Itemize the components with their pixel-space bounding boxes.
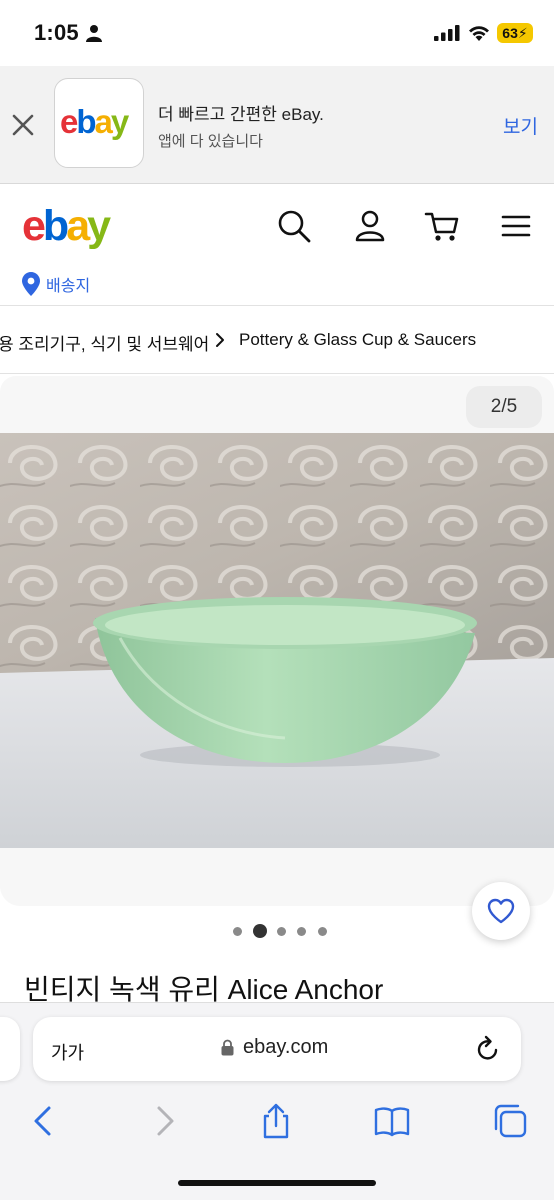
search-icon[interactable] <box>276 208 312 244</box>
ebay-logo: ebay <box>60 105 132 140</box>
pagination-dot-active[interactable] <box>253 924 267 938</box>
charging-bolt-icon: ⚡ <box>517 25 528 41</box>
location-pin-icon <box>22 272 40 296</box>
cart-icon[interactable] <box>424 208 460 244</box>
back-icon[interactable] <box>26 1103 62 1139</box>
watch-button[interactable] <box>472 882 530 940</box>
account-icon[interactable] <box>352 208 388 244</box>
person-icon <box>86 25 102 42</box>
status-time: 1:05 <box>34 20 79 45</box>
heart-icon <box>487 898 515 924</box>
forward-icon[interactable] <box>146 1103 182 1139</box>
pagination-dot[interactable] <box>277 927 286 936</box>
bookmarks-icon[interactable] <box>374 1103 410 1139</box>
wifi-icon <box>469 26 489 41</box>
status-bar: 1:05 63⚡ <box>0 0 554 66</box>
app-icon: ebay <box>54 78 144 168</box>
signal-icon <box>434 25 460 41</box>
gallery-pagination <box>230 924 330 938</box>
view-app-button[interactable]: 보기 <box>503 112 538 139</box>
text-size-button[interactable]: 가가 <box>51 1039 84 1065</box>
pagination-dot[interactable] <box>233 927 242 936</box>
pagination-dot[interactable] <box>318 927 327 936</box>
breadcrumb-item[interactable]: 용 조리기구, 식기 및 서브웨어 <box>0 330 209 355</box>
share-icon[interactable] <box>258 1103 294 1139</box>
menu-icon[interactable] <box>498 208 534 244</box>
previous-tab-preview[interactable] <box>0 1017 20 1081</box>
breadcrumb-item[interactable]: Pottery & Glass Cup & Saucers <box>239 330 476 350</box>
battery-level: 63 <box>502 25 518 41</box>
svg-text:ebay: ebay <box>22 204 111 250</box>
pagination-dot[interactable] <box>297 927 306 936</box>
image-gallery[interactable]: 2/5 <box>0 376 554 906</box>
home-indicator[interactable] <box>178 1180 376 1186</box>
site-header: ebay 배송지 <box>0 184 554 306</box>
breadcrumb: 용 조리기구, 식기 및 서브웨어 Pottery & Glass Cup & … <box>0 306 554 374</box>
url-text[interactable]: ebay.com <box>243 1036 328 1059</box>
chevron-right-icon <box>216 333 224 347</box>
location-label: 배송지 <box>46 278 91 295</box>
reload-icon[interactable] <box>475 1035 501 1063</box>
item-photo[interactable] <box>0 433 554 848</box>
banner-subtitle: 앱에 다 있습니다 <box>158 133 263 150</box>
close-icon[interactable] <box>10 112 36 138</box>
lock-icon <box>221 1039 234 1056</box>
ebay-logo[interactable]: ebay <box>22 204 122 250</box>
svg-text:ebay: ebay <box>60 105 130 140</box>
browser-toolbar: 가가 ebay.com <box>0 1002 554 1200</box>
tabs-icon[interactable] <box>492 1103 528 1139</box>
address-bar[interactable]: 가가 ebay.com <box>33 1017 521 1081</box>
app-install-banner: ebay 더 빠르고 간편한 eBay. 앱에 다 있습니다 보기 <box>0 66 554 184</box>
banner-title: 더 빠르고 간편한 eBay. <box>158 105 324 124</box>
photo-counter: 2/5 <box>466 386 542 428</box>
battery-indicator: 63⚡ <box>497 23 533 43</box>
